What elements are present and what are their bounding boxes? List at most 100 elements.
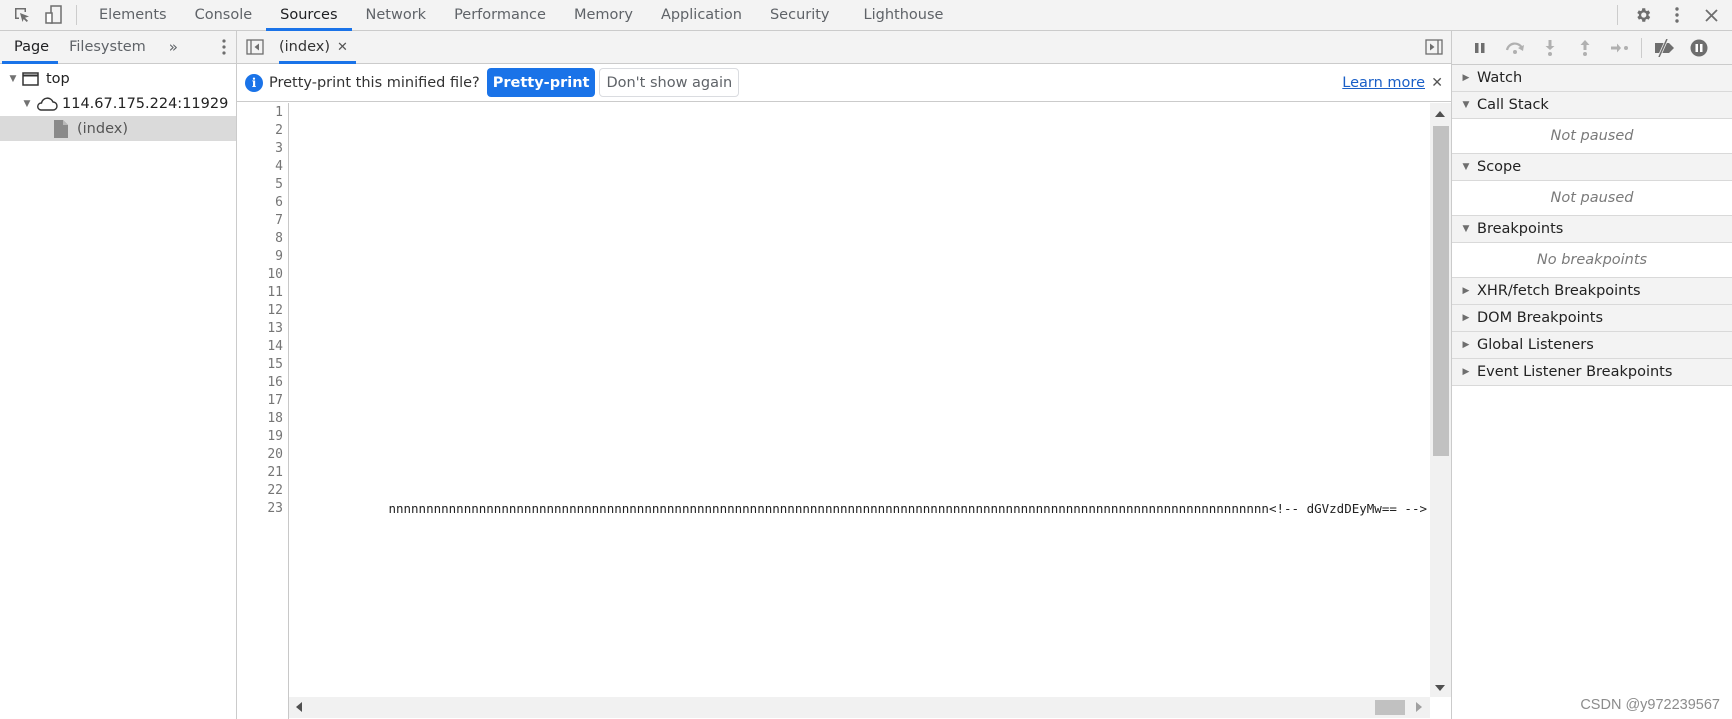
code-editor[interactable]: 1 2 3 4 5 6 7 8 9 10 11 12 13 14 15 16 17 18 19 20 21 22 23 nn… <box>237 103 1451 719</box>
line-number[interactable]: 16 <box>237 374 288 392</box>
pause-icon[interactable] <box>1462 31 1497 64</box>
call-stack-status: Not paused <box>1452 119 1732 154</box>
line-number[interactable]: 10 <box>237 266 288 284</box>
line-number[interactable]: 9 <box>237 248 288 266</box>
line-number[interactable]: 2 <box>237 122 288 140</box>
editor-tabs: (index) ✕ <box>237 31 1451 64</box>
section-event-listener-breakpoints[interactable]: ▶ Event Listener Breakpoints <box>1452 359 1732 386</box>
section-breakpoints[interactable]: ▼ Breakpoints <box>1452 216 1732 243</box>
tab-page[interactable]: Page <box>0 31 59 64</box>
toolbar-right <box>1609 0 1732 30</box>
line-number[interactable]: 3 <box>237 140 288 158</box>
section-watch[interactable]: ▶ Watch <box>1452 65 1732 92</box>
navigator-pane: Page Filesystem » ▼ top ▼ 114.67.175.224… <box>0 31 237 719</box>
code-lines[interactable]: nnnnnnnnnnnnnnnnnnnnnnnnnnnnnnnnnnnnnnnn… <box>289 103 1429 697</box>
step-into-icon[interactable] <box>1532 31 1567 64</box>
tree-item-label: top <box>46 70 70 87</box>
line-number[interactable]: 8 <box>237 230 288 248</box>
scroll-right-icon[interactable] <box>1416 702 1422 712</box>
step-icon[interactable] <box>1602 31 1637 64</box>
close-tab-icon[interactable]: ✕ <box>337 40 348 55</box>
line-number[interactable]: 11 <box>237 284 288 302</box>
cloud-icon <box>36 96 58 111</box>
tab-security[interactable]: Security <box>756 0 844 30</box>
close-icon[interactable] <box>1694 0 1728 30</box>
step-over-icon[interactable] <box>1497 31 1532 64</box>
editor-tab-index[interactable]: (index) ✕ <box>271 31 356 64</box>
tree-item-top[interactable]: ▼ top <box>0 66 236 91</box>
watermark: CSDN @y972239567 <box>1580 697 1720 713</box>
scroll-down-icon[interactable] <box>1435 685 1445 691</box>
section-title: Global Listeners <box>1477 337 1594 353</box>
code-line-23[interactable]: nnnnnnnnnnnnnnnnnnnnnnnnnnnnnnnnnnnnnnnn… <box>388 500 1427 518</box>
section-title: DOM Breakpoints <box>1477 310 1604 326</box>
inspect-element-icon[interactable] <box>6 0 38 30</box>
horizontal-scrollbar[interactable] <box>289 697 1430 718</box>
line-number[interactable]: 7 <box>237 212 288 230</box>
tab-application[interactable]: Application <box>647 0 756 30</box>
line-number[interactable]: 13 <box>237 320 288 338</box>
section-title: Breakpoints <box>1477 221 1564 237</box>
step-out-icon[interactable] <box>1567 31 1602 64</box>
tab-elements[interactable]: Elements <box>85 0 181 30</box>
horizontal-scroll-thumb[interactable] <box>1375 700 1405 715</box>
settings-icon[interactable] <box>1626 0 1660 30</box>
section-global-listeners[interactable]: ▶ Global Listeners <box>1452 332 1732 359</box>
learn-more-link[interactable]: Learn more <box>1342 64 1425 102</box>
deactivate-breakpoints-icon[interactable] <box>1646 31 1681 64</box>
section-dom-breakpoints[interactable]: ▶ DOM Breakpoints <box>1452 305 1732 332</box>
line-number[interactable]: 17 <box>237 392 288 410</box>
close-infobar-icon[interactable]: ✕ <box>1431 64 1443 102</box>
toggle-debugger-icon[interactable] <box>1425 31 1443 63</box>
expand-arrow-icon: ▶ <box>1462 313 1470 323</box>
vertical-scrollbar[interactable] <box>1430 103 1451 697</box>
tab-lighthouse[interactable]: Lighthouse <box>850 0 958 30</box>
tab-performance[interactable]: Performance <box>440 0 560 30</box>
line-number[interactable]: 21 <box>237 464 288 482</box>
expand-arrow-icon: ▶ <box>1462 286 1470 296</box>
more-options-icon[interactable] <box>1660 0 1694 30</box>
line-number[interactable]: 4 <box>237 158 288 176</box>
navigator-tabs: Page Filesystem » <box>0 31 236 64</box>
section-scope[interactable]: ▼ Scope <box>1452 154 1732 181</box>
line-number[interactable]: 14 <box>237 338 288 356</box>
breakpoints-status: No breakpoints <box>1452 243 1732 278</box>
section-xhr-fetch-breakpoints[interactable]: ▶ XHR/fetch Breakpoints <box>1452 278 1732 305</box>
tab-memory[interactable]: Memory <box>560 0 647 30</box>
dont-show-again-button[interactable]: Don't show again <box>599 68 740 97</box>
tab-filesystem[interactable]: Filesystem <box>58 31 155 63</box>
line-number[interactable]: 15 <box>237 356 288 374</box>
line-number[interactable]: 12 <box>237 302 288 320</box>
collapse-arrow-icon: ▼ <box>1462 224 1470 234</box>
scroll-left-icon[interactable] <box>296 702 302 712</box>
tree-item-index[interactable]: (index) <box>0 116 236 141</box>
line-number[interactable]: 18 <box>237 410 288 428</box>
line-number[interactable]: 1 <box>237 104 288 122</box>
tree-item-host[interactable]: ▼ 114.67.175.224:11929 <box>0 91 236 116</box>
panel-tabs: Elements Console Sources Network Perform… <box>85 0 958 31</box>
navigator-menu-icon[interactable] <box>222 31 226 63</box>
line-number[interactable]: 6 <box>237 194 288 212</box>
line-number[interactable]: 5 <box>237 176 288 194</box>
section-call-stack[interactable]: ▼ Call Stack <box>1452 92 1732 119</box>
tree-item-label: (index) <box>77 120 128 137</box>
debugger-toolbar <box>1452 31 1732 65</box>
toggle-navigator-icon[interactable] <box>239 31 271 63</box>
line-number[interactable]: 22 <box>237 482 288 500</box>
line-number[interactable]: 20 <box>237 446 288 464</box>
line-number[interactable]: 19 <box>237 428 288 446</box>
section-title: Scope <box>1477 159 1522 175</box>
pretty-print-button[interactable]: Pretty-print <box>486 68 596 97</box>
tab-sources[interactable]: Sources <box>266 0 352 31</box>
device-toolbar-icon[interactable] <box>38 0 70 30</box>
tab-network[interactable]: Network <box>352 0 441 30</box>
scope-status: Not paused <box>1452 181 1732 216</box>
vertical-scroll-thumb[interactable] <box>1433 126 1449 456</box>
pause-on-exceptions-icon[interactable] <box>1681 31 1716 64</box>
more-tabs-icon[interactable]: » <box>161 31 186 63</box>
scroll-up-icon[interactable] <box>1435 111 1445 117</box>
tab-console[interactable]: Console <box>181 0 267 30</box>
expand-arrow-icon[interactable]: ▼ <box>8 74 18 84</box>
expand-arrow-icon[interactable]: ▼ <box>22 99 32 109</box>
line-number[interactable]: 23 <box>237 500 288 518</box>
